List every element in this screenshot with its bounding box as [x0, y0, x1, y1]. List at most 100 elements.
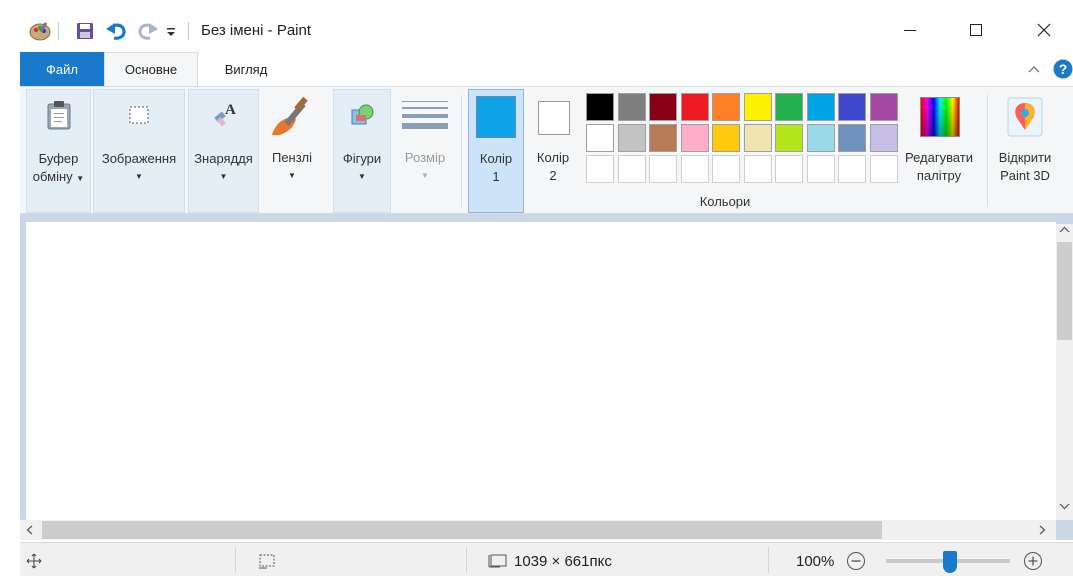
customize-dropdown-icon[interactable]	[164, 24, 178, 38]
palette-swatch[interactable]	[712, 124, 740, 152]
shapes-caret-icon: ▼	[358, 172, 366, 181]
palette-swatch[interactable]	[838, 93, 866, 121]
status-separator-3	[768, 547, 769, 573]
palette-swatch-empty[interactable]	[775, 155, 803, 183]
brushes-caret-icon: ▼	[288, 171, 296, 180]
palette-swatch[interactable]	[838, 124, 866, 152]
help-icon[interactable]: ?	[1053, 59, 1073, 79]
palette-swatch[interactable]	[869, 93, 898, 121]
palette-swatch-empty[interactable]	[586, 155, 614, 183]
palette-swatch-empty[interactable]	[838, 155, 866, 183]
undo-icon[interactable]	[106, 21, 128, 41]
minimize-button[interactable]	[887, 8, 933, 52]
palette-swatch[interactable]	[775, 124, 803, 152]
color2-button[interactable]: Колір 2	[528, 89, 578, 213]
palette-swatch[interactable]	[743, 93, 772, 121]
drawing-canvas[interactable]	[26, 222, 1056, 540]
size-button[interactable]: Розмір ▼	[396, 89, 454, 213]
tab-home[interactable]: Основне	[104, 52, 198, 86]
tools-caret-icon: ▼	[219, 172, 228, 181]
horizontal-scroll-thumb[interactable]	[42, 521, 882, 539]
palette-swatch[interactable]	[712, 93, 740, 121]
close-button[interactable]	[1021, 8, 1067, 52]
brushes-button[interactable]: Пензлі ▼	[262, 89, 322, 213]
palette-swatch[interactable]	[680, 124, 709, 152]
selection-size-icon	[258, 553, 276, 569]
palette-swatch-empty[interactable]	[806, 155, 835, 183]
image-caret-icon: ▼	[135, 172, 143, 181]
palette-swatch-empty[interactable]	[743, 155, 772, 183]
palette-swatch[interactable]	[680, 93, 709, 121]
palette-swatch[interactable]	[649, 93, 677, 121]
scroll-right-icon[interactable]	[1036, 524, 1048, 536]
palette-swatch[interactable]	[806, 124, 835, 152]
svg-text:A: A	[225, 102, 236, 118]
tools-label: Знаряддя	[194, 151, 253, 166]
palette-swatch[interactable]	[649, 124, 677, 152]
palette-swatch[interactable]	[775, 93, 803, 121]
redo-icon[interactable]	[136, 21, 158, 41]
tools-button[interactable]: A Знаряддя ▼	[188, 89, 259, 213]
svg-text:?: ?	[1059, 61, 1068, 77]
palette-swatch-empty[interactable]	[680, 155, 709, 183]
zoom-in-icon[interactable]	[1023, 551, 1043, 571]
tools-icon: A	[211, 100, 239, 130]
color1-label-2: 1	[492, 169, 500, 184]
canvas-size-text: 1039 × 661пкс	[514, 553, 612, 570]
ribbon-separator-2	[987, 95, 988, 207]
ribbon-tabs: Файл Основне Вигляд ?	[20, 52, 1073, 86]
window-title: Без імені - Paint	[201, 22, 312, 39]
status-separator-1	[235, 547, 236, 573]
canvas-size-icon	[488, 553, 508, 569]
palette-swatch-empty[interactable]	[869, 155, 898, 183]
shapes-label: Фігури	[342, 151, 382, 166]
palette-swatch[interactable]	[617, 124, 646, 152]
collapse-ribbon-icon[interactable]	[1027, 62, 1041, 76]
title-separator	[58, 22, 59, 40]
color1-button[interactable]: Колір 1	[468, 89, 524, 213]
vertical-scrollbar[interactable]	[1056, 224, 1073, 520]
palette-swatch-empty[interactable]	[649, 155, 677, 183]
tab-view[interactable]: Вигляд	[198, 52, 294, 86]
paint3d-label-2: Paint 3D	[1000, 168, 1050, 183]
zoom-slider[interactable]	[886, 551, 1010, 573]
brushes-label: Пензлі	[271, 150, 313, 165]
horizontal-scrollbar[interactable]	[20, 520, 1056, 540]
scroll-down-icon[interactable]	[1058, 500, 1071, 512]
palette-swatch-empty[interactable]	[712, 155, 740, 183]
zoom-level-text: 100%	[796, 553, 835, 570]
palette-swatch[interactable]	[806, 93, 835, 121]
scroll-up-icon[interactable]	[1058, 224, 1071, 236]
vertical-scroll-thumb[interactable]	[1057, 242, 1072, 340]
image-label: Зображення	[101, 151, 177, 166]
maximize-button[interactable]	[953, 8, 999, 52]
shapes-icon	[350, 102, 376, 128]
shapes-button[interactable]: Фігури ▼	[333, 89, 391, 213]
zoom-out-icon[interactable]	[846, 551, 866, 571]
clipboard-caret-icon: ▼	[76, 174, 85, 183]
clipboard-button[interactable]: Буфер обміну ▼	[26, 89, 91, 213]
palette-swatch[interactable]	[586, 124, 614, 152]
palette-swatch[interactable]	[586, 93, 614, 121]
size-caret-icon: ▼	[421, 171, 429, 180]
paint3d-icon	[1007, 97, 1043, 137]
palette-swatch[interactable]	[869, 124, 898, 152]
clipboard-icon	[45, 100, 73, 130]
ribbon-separator	[461, 95, 462, 207]
palette-swatch[interactable]	[617, 93, 646, 121]
zoom-slider-thumb[interactable]	[943, 551, 957, 573]
select-icon	[127, 104, 151, 126]
palette-swatch[interactable]	[743, 124, 772, 152]
maximize-icon	[970, 24, 982, 36]
close-icon	[1037, 23, 1051, 37]
paint-app-icon[interactable]	[28, 20, 52, 42]
tab-file[interactable]: Файл	[20, 52, 104, 86]
edit-colors-button[interactable]: Редагувати палітру	[900, 89, 978, 213]
image-button[interactable]: Зображення ▼	[93, 89, 185, 213]
palette-swatch-empty[interactable]	[617, 155, 646, 183]
scroll-left-icon[interactable]	[24, 524, 36, 536]
size-icon	[402, 99, 448, 135]
open-paint3d-button[interactable]: Відкрити Paint 3D	[992, 89, 1058, 213]
save-icon[interactable]	[76, 22, 94, 40]
color1-swatch	[476, 96, 516, 138]
